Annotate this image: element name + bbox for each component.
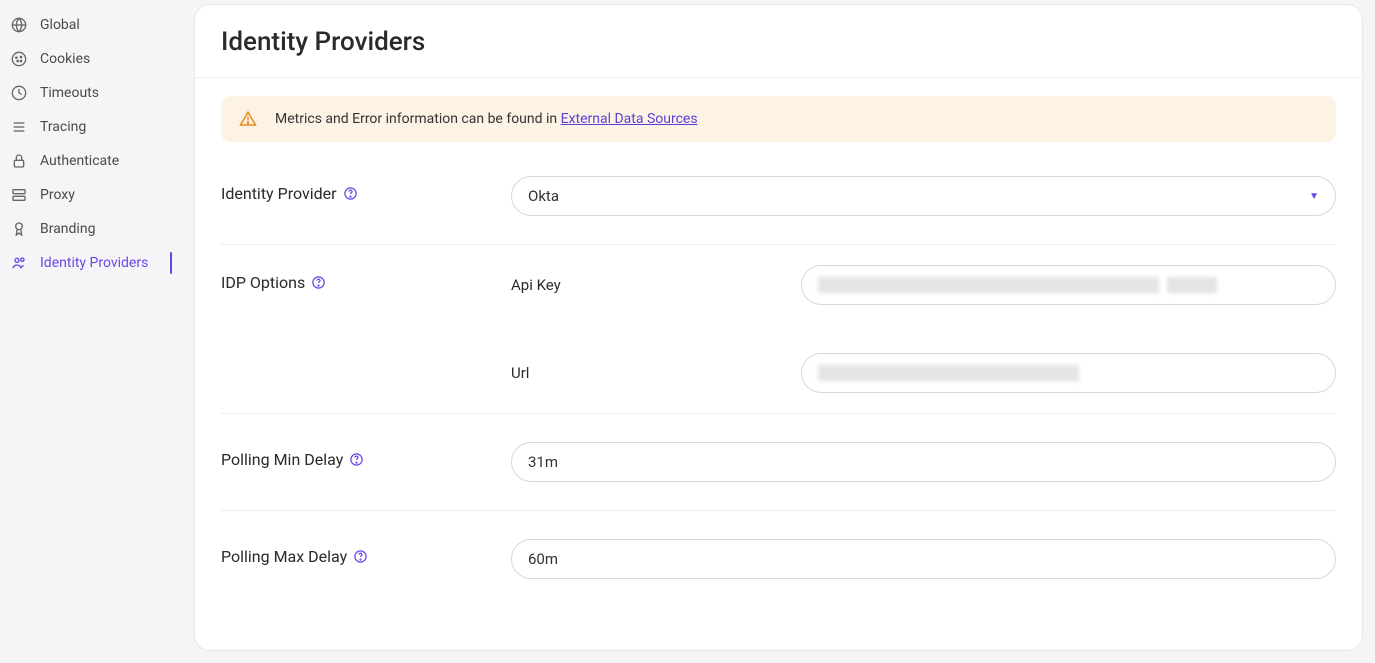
polling-max-input[interactable] <box>511 539 1336 579</box>
lock-icon <box>10 152 28 170</box>
sidebar-item-proxy[interactable]: Proxy <box>0 178 190 212</box>
polling-min-row: Polling Min Delay <box>195 434 1362 490</box>
sidebar-item-identity-providers[interactable]: Identity Providers <box>0 246 190 280</box>
sidebar-item-tracing[interactable]: Tracing <box>0 110 190 144</box>
sidebar-item-timeouts[interactable]: Timeouts <box>0 76 190 110</box>
select-value: Okta <box>528 187 559 205</box>
sidebar-item-authenticate[interactable]: Authenticate <box>0 144 190 178</box>
url-label: Url <box>511 364 801 382</box>
cookie-icon <box>10 50 28 68</box>
idp-options-row: IDP Options Api Key Url <box>195 265 1362 393</box>
sidebar-item-label: Proxy <box>40 187 75 203</box>
sidebar-item-label: Authenticate <box>40 153 119 169</box>
divider <box>221 244 1336 245</box>
external-data-sources-link[interactable]: External Data Sources <box>561 111 698 127</box>
award-icon <box>10 220 28 238</box>
sidebar-item-label: Branding <box>40 221 95 237</box>
api-key-input[interactable] <box>801 265 1336 305</box>
page-title: Identity Providers <box>195 5 1362 78</box>
main-content: Identity Providers Metrics and Error inf… <box>194 4 1363 651</box>
sidebar-item-cookies[interactable]: Cookies <box>0 42 190 76</box>
idp-options-label: IDP Options <box>221 265 511 292</box>
polling-min-input[interactable] <box>511 442 1336 482</box>
sidebar-item-label: Cookies <box>40 51 90 67</box>
sidebar: Global Cookies Timeouts Tracing Authenti… <box>0 0 190 663</box>
sidebar-item-label: Tracing <box>40 119 86 135</box>
sidebar-item-label: Timeouts <box>40 85 99 101</box>
info-alert: Metrics and Error information can be fou… <box>221 96 1336 142</box>
warning-icon <box>239 110 257 128</box>
polling-max-label: Polling Max Delay <box>221 539 511 566</box>
chevron-down-icon: ▼ <box>1309 191 1319 202</box>
polling-min-label: Polling Min Delay <box>221 442 511 469</box>
list-icon <box>10 118 28 136</box>
api-key-label: Api Key <box>511 276 801 294</box>
help-icon[interactable] <box>311 275 326 290</box>
users-icon <box>10 254 28 272</box>
sidebar-item-label: Global <box>40 17 80 33</box>
alert-text: Metrics and Error information can be fou… <box>275 111 698 127</box>
url-input[interactable] <box>801 353 1336 393</box>
identity-provider-row: Identity Provider Okta ▼ <box>195 168 1362 224</box>
sidebar-item-global[interactable]: Global <box>0 8 190 42</box>
help-icon[interactable] <box>343 186 358 201</box>
clock-icon <box>10 84 28 102</box>
identity-provider-select[interactable]: Okta ▼ <box>511 176 1336 216</box>
identity-provider-label: Identity Provider <box>221 176 511 203</box>
globe-icon <box>10 16 28 34</box>
help-icon[interactable] <box>349 452 364 467</box>
server-icon <box>10 186 28 204</box>
sidebar-item-label: Identity Providers <box>40 255 148 271</box>
sidebar-item-branding[interactable]: Branding <box>0 212 190 246</box>
divider <box>221 413 1336 414</box>
polling-max-row: Polling Max Delay <box>195 531 1362 587</box>
help-icon[interactable] <box>353 549 368 564</box>
divider <box>221 510 1336 511</box>
